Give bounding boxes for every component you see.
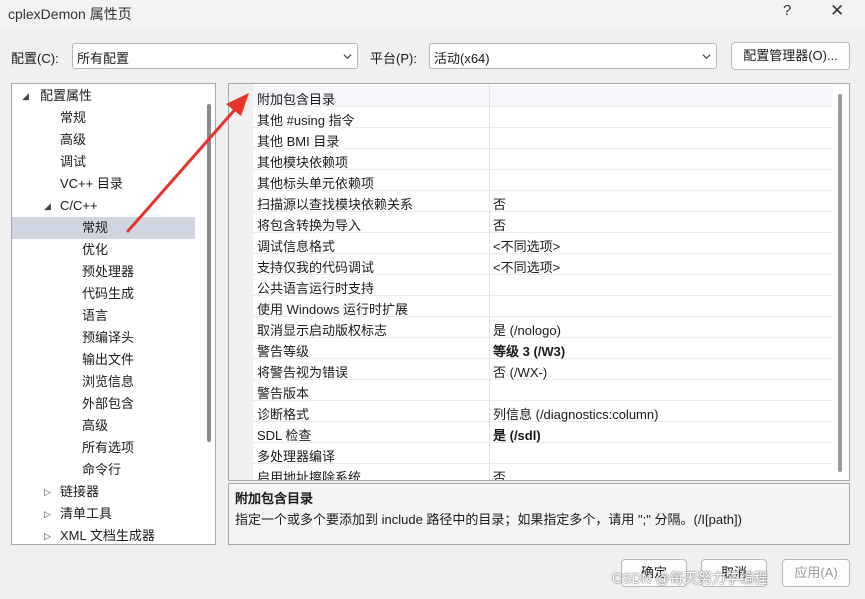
annotation-arrow-icon xyxy=(126,93,249,233)
